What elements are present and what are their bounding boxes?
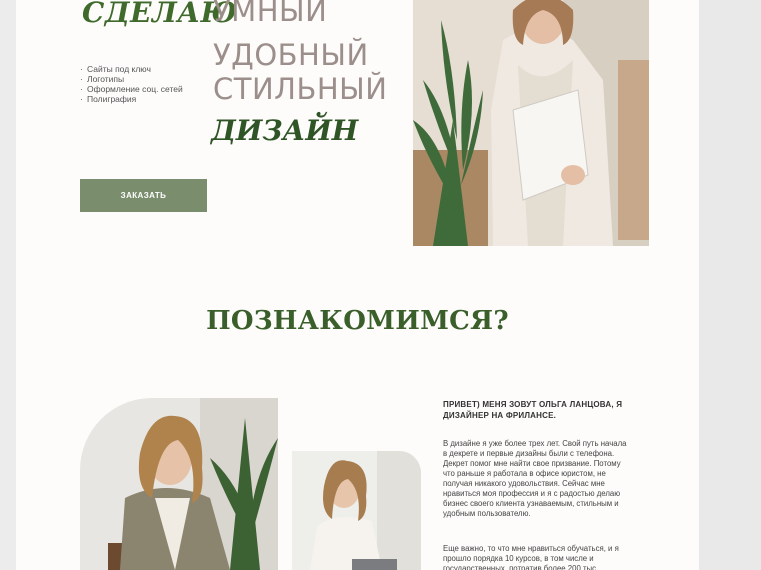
window-gutter [699,0,761,570]
about-photo-small [292,451,421,570]
intro-title: ПРИВЕТ) МЕНЯ ЗОВУТ ОЛЬГА ЛАНЦОВА, Я ДИЗА… [443,400,623,420]
hero-line-stylish: СТИЛЬНЫЙ [213,72,388,106]
hero-line-convenient: УДОБНЫЙ [213,38,369,72]
intro-text: В дизайне я уже более трех лет. Свой пут… [443,439,627,518]
order-button[interactable]: ЗАКАЗАТЬ [80,179,207,212]
designer-photo-image [80,398,278,570]
about-photo-large [80,398,278,570]
hero-word-design: ДИЗАЙН [211,114,359,147]
service-item: Сайты под ключ [80,64,190,74]
landing-page: СДЕЛАЮ УМНЫЙ УДОБНЫЙ СТИЛЬНЫЙ ДИЗАЙН Сай… [16,0,699,570]
service-item: Полиграфия [80,94,190,104]
service-item: Логотипы [80,74,190,84]
designer-laptop-image [292,451,421,570]
service-item: Оформление соц. сетей [80,84,190,94]
intro-text-continued: Еще важно, то что мне нравиться обучатьс… [443,544,619,570]
hero-photo [413,0,649,246]
designer-portrait-image [413,0,649,246]
hero-line-smart: УМНЫЙ [213,0,328,28]
section-title-about: ПОЗНАКОМИМСЯ? [206,306,509,336]
services-list: Сайты под ключ Логотипы Оформление соц. … [80,64,190,104]
